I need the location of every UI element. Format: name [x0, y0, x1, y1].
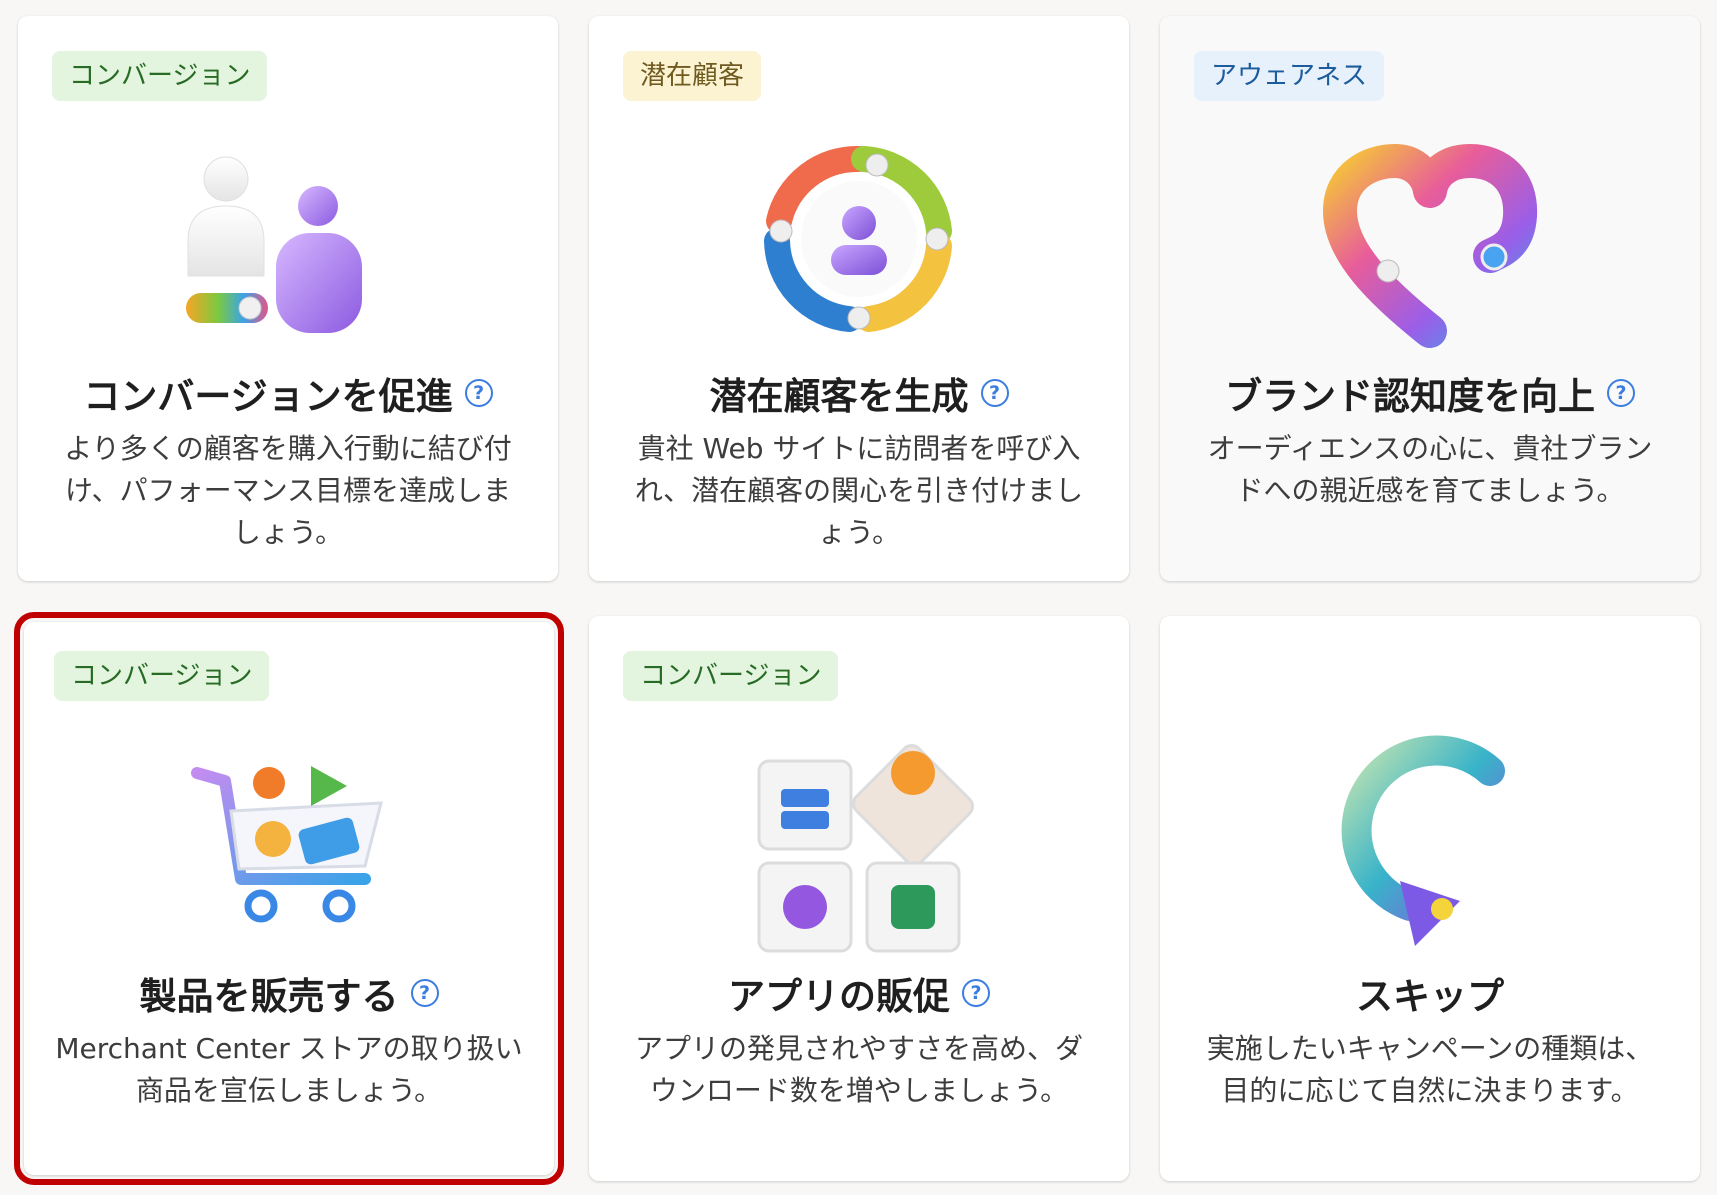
- goal-card-title: ブランド認知度を向上: [1225, 375, 1595, 418]
- goal-card-skip[interactable]: スキップ 実施したいキャンペーンの種類は、目的に応じて自然に決まります。: [1160, 616, 1700, 1181]
- goal-card-description: 貴社 Web サイトに訪問者を呼び入れ、潜在顧客の関心を引き付けましょう。: [634, 432, 1084, 549]
- goal-card-description: より多くの顧客を購入行動に結び付け、パフォーマンス目標を達成しましょう。: [64, 432, 512, 549]
- heart-icon: [1323, 144, 1538, 348]
- help-icon[interactable]: ?: [410, 979, 439, 1007]
- help-icon[interactable]: ?: [464, 379, 493, 407]
- goal-card-conversions[interactable]: コンバージョン コンバージョンを促進 ? より多くの顧客を購入行動に結び付け、パ…: [18, 16, 558, 581]
- goal-type-badge: コンバージョン: [623, 651, 839, 701]
- goal-card-awareness[interactable]: アウェアネス ブランド認知度を向上 ? オーディエンスの心に、貴社ブランドへの親…: [1160, 16, 1700, 581]
- help-icon[interactable]: ?: [1607, 379, 1635, 407]
- shopping-cart-icon: [191, 766, 383, 923]
- goal-card-title: 潜在顧客を生成: [709, 375, 969, 418]
- goal-card-title: 製品を販売する: [139, 975, 399, 1018]
- skip-arrow-icon: [1341, 735, 1505, 946]
- goal-type-badge: 潜在顧客: [623, 51, 762, 101]
- goal-card-sales[interactable]: コンバージョン 製品を販売する ? Merchant Center ストアの取り…: [14, 612, 564, 1185]
- help-icon[interactable]: ?: [962, 979, 990, 1007]
- goal-card-title: スキップ: [1356, 975, 1504, 1018]
- goal-card-app-promotion[interactable]: コンバージョン アプリの販促 ? アプリの発見されやすさを高め、ダウンロード数を…: [589, 616, 1129, 1181]
- goal-card-leads[interactable]: 潜在顧客 潜在顧客を生成 ? 貴社 Web サイトに訪問者を呼び入れ、潜在顧客の…: [589, 16, 1129, 581]
- goal-card-description: アプリの発見されやすさを高め、ダウンロード数を増やしましょう。: [634, 1032, 1083, 1107]
- goal-card-description: オーディエンスの心に、貴社ブランドへの親近感を育てましょう。: [1207, 432, 1653, 507]
- goal-type-badge: アウェアネス: [1194, 51, 1385, 101]
- people-conversion-icon: [186, 156, 362, 333]
- goal-type-badge: コンバージョン: [52, 51, 268, 101]
- goal-card-description: Merchant Center ストアの取り扱い商品を宣伝しましょう。: [55, 1032, 523, 1107]
- goal-type-badge: コンバージョン: [54, 651, 270, 701]
- help-icon[interactable]: ?: [980, 379, 1009, 407]
- lead-cycle-icon: [764, 146, 952, 332]
- goal-card-grid: コンバージョン コンバージョンを促進 ? より多くの顧客を購入行動に結び付け、パ…: [0, 0, 1717, 1195]
- app-tiles-icon: [757, 744, 974, 953]
- goal-card-description: 実施したいキャンペーンの種類は、目的に応じて自然に決まります。: [1206, 1032, 1654, 1107]
- goal-card-title: アプリの販促: [728, 975, 950, 1018]
- goal-card-title: コンバージョンを促進: [83, 375, 453, 418]
